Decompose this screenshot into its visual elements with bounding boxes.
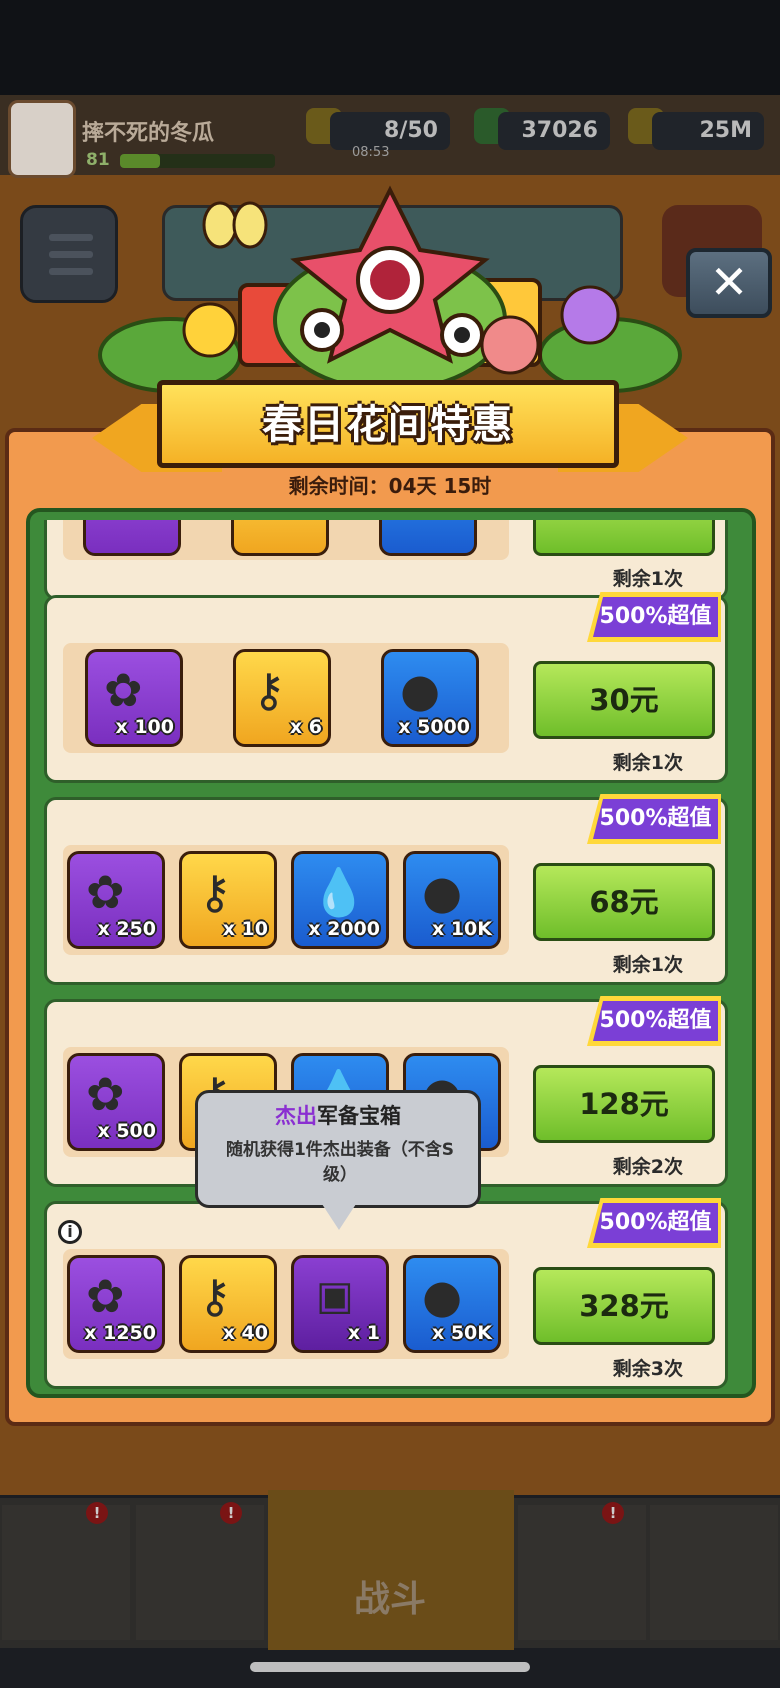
value-ribbon: 500%超值 <box>587 1198 721 1248</box>
remaining-count: 剩余1次 <box>612 568 683 590</box>
item-slot[interactable]: ● x 50K <box>403 1255 501 1353</box>
item-slot[interactable]: ▣ x 1 <box>291 1255 389 1353</box>
gear-badge: ! <box>220 1502 242 1524</box>
buy-button[interactable]: 30元 <box>533 661 715 739</box>
status-bar-area <box>0 0 780 95</box>
player-level: 81 <box>86 150 110 170</box>
item-quantity: x 1 <box>347 1322 380 1344</box>
item-quantity: x 50K <box>431 1322 492 1344</box>
item-quantity: x 100 <box>115 716 174 738</box>
buy-button[interactable]: 68元 <box>533 863 715 941</box>
item-slot[interactable]: ● x 10K <box>403 851 501 949</box>
flower-icon: ✿ <box>86 865 125 919</box>
nav-dna-tab[interactable] <box>650 1505 778 1640</box>
key-icon: ⚷ <box>198 865 232 919</box>
item-slot[interactable] <box>231 520 329 556</box>
shop-badge: ! <box>86 1502 108 1524</box>
header-art <box>98 185 682 393</box>
pack-card: 剩余1次 <box>44 520 728 600</box>
home-indicator <box>250 1662 530 1672</box>
mystery-chest-icon: ▣ <box>316 1273 354 1319</box>
item-slot[interactable]: ✿ x 250 <box>67 851 165 949</box>
nav-stars-tab[interactable] <box>518 1505 646 1640</box>
item-quantity: x 40 <box>222 1322 268 1344</box>
key-icon: ⚷ <box>252 663 286 717</box>
item-slot[interactable]: ✿ x 1250 <box>67 1255 165 1353</box>
buy-button[interactable]: 128元 <box>533 1065 715 1143</box>
value-ribbon: 500%超值 <box>587 592 721 642</box>
time-left: 剩余时间：04天 15时 <box>288 474 492 498</box>
avatar[interactable] <box>8 100 76 178</box>
coin-value: 25M <box>652 112 764 150</box>
tooltip-description: 随机获得1件杰出装备（不含S级） <box>225 1140 455 1185</box>
drop-icon: 💧 <box>310 865 368 919</box>
value-ribbon: 500%超值 <box>587 794 721 844</box>
item-slot[interactable] <box>83 520 181 556</box>
close-button[interactable]: ✕ <box>686 248 772 318</box>
item-slot[interactable]: 💧 x 2000 <box>291 851 389 949</box>
item-quantity: x 6 <box>289 716 322 738</box>
nav-gear-tab[interactable] <box>136 1505 264 1640</box>
item-slot[interactable] <box>379 520 477 556</box>
item-quantity: x 250 <box>97 918 156 940</box>
item-quantity: x 5000 <box>398 716 470 738</box>
item-tray <box>63 520 509 560</box>
popup-title: 春日花间特惠 <box>262 402 514 448</box>
butterfly-icon <box>202 201 268 249</box>
coin-icon: ● <box>422 1269 463 1323</box>
item-slot[interactable]: ✿ x 500 <box>67 1053 165 1151</box>
nav-shop-tab[interactable] <box>2 1505 130 1640</box>
player-name: 摔不死的冬瓜 <box>82 121 215 146</box>
item-slot[interactable]: ⚷ x 6 <box>233 649 331 747</box>
buy-button[interactable] <box>533 520 715 556</box>
item-quantity: x 2000 <box>308 918 380 940</box>
item-quantity: x 10 <box>222 918 268 940</box>
item-slot[interactable]: ✿ x 100 <box>85 649 183 747</box>
pack-card: 500%超值 ✿ x 100 ⚷ x 6 ● x 5000 30元 剩余1次 <box>44 592 728 783</box>
item-quantity: x 1250 <box>84 1322 156 1344</box>
item-quantity: x 10K <box>431 918 492 940</box>
remaining-count: 剩余1次 <box>612 752 683 774</box>
energy-value: 8/50 <box>330 112 450 150</box>
flower-icon: ✿ <box>104 663 143 717</box>
item-tray: ✿ x 100 ⚷ x 6 ● x 5000 <box>63 643 509 753</box>
battle-label: 战斗 <box>353 1579 426 1620</box>
item-quantity: x 500 <box>97 1120 156 1142</box>
coin-icon: ● <box>422 865 463 919</box>
buy-button[interactable]: 328元 <box>533 1267 715 1345</box>
stars-badge: ! <box>602 1502 624 1524</box>
remaining-count: 剩余3次 <box>612 1358 683 1380</box>
item-slot[interactable]: ⚷ x 10 <box>179 851 277 949</box>
pack-card: 500%超值 ✿ x 250 ⚷ x 10 💧 x 2000 ● x 10K 6… <box>44 794 728 985</box>
item-slot[interactable]: ● x 5000 <box>381 649 479 747</box>
gem-value: 37026 <box>498 112 610 150</box>
flower-icon: ✿ <box>86 1269 125 1323</box>
coin-icon: ● <box>400 663 441 717</box>
pack-list[interactable]: 剩余1次 500%超值 ✿ x 100 ⚷ x 6 ● x 5000 30元 剩… <box>34 520 750 1390</box>
info-icon[interactable]: i <box>58 1220 82 1244</box>
xp-bar <box>120 154 275 168</box>
key-icon: ⚷ <box>198 1269 232 1323</box>
remaining-count: 剩余2次 <box>612 1156 683 1178</box>
tooltip-title: 杰出军备宝箱 <box>275 1104 401 1128</box>
energy-timer: 08:53 <box>352 145 390 160</box>
flower-icon: ✿ <box>86 1067 125 1121</box>
frog-flower-icon <box>273 185 507 392</box>
remaining-count: 剩余1次 <box>612 954 683 976</box>
value-ribbon: 500%超值 <box>587 996 721 1046</box>
item-tray: ✿ x 250 ⚷ x 10 💧 x 2000 ● x 10K <box>63 845 509 955</box>
item-slot[interactable]: ⚷ x 40 <box>179 1255 277 1353</box>
item-tray: ✿ x 1250 ⚷ x 40 ▣ x 1 ● x 50K <box>63 1249 509 1359</box>
pack-card: 500%超值 ✿ x 1250 ⚷ x 40 ▣ x 1 ● x 50K 328… <box>44 1198 728 1389</box>
